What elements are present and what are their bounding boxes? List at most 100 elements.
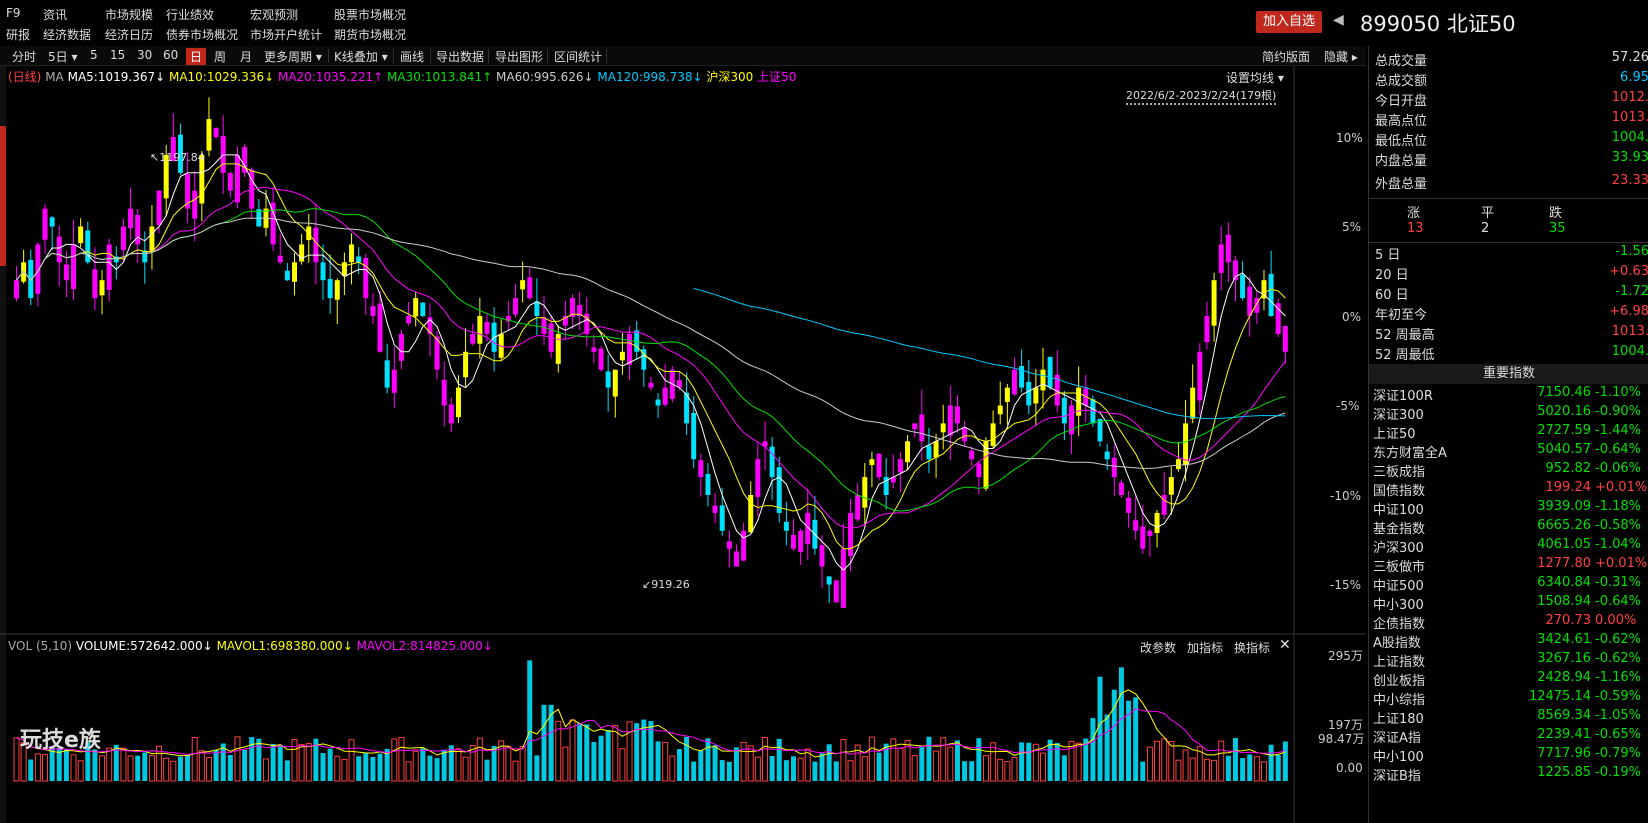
candle-body: [819, 545, 825, 567]
volume-bar: [170, 760, 177, 782]
menu-account-stats[interactable]: 市场开户统计: [250, 26, 322, 43]
volume-bar: [705, 738, 711, 781]
vol-axis-max: 295万: [1328, 649, 1363, 663]
volume-bar: [1090, 718, 1096, 781]
period-more[interactable]: 更多周期 ▾: [264, 48, 322, 65]
candle-body: [698, 460, 704, 478]
menu-industry-perf[interactable]: 行业绩效: [166, 6, 214, 23]
close-icon[interactable]: ✕: [1279, 637, 1291, 653]
index-row[interactable]: 深证300 5020.16 -0.90%: [1373, 404, 1648, 423]
index-row[interactable]: 上证指数 3267.16 -0.62%: [1373, 651, 1648, 670]
volume-bar: [519, 745, 526, 782]
index-row[interactable]: 中小综指 12475.14 -0.59%: [1373, 689, 1648, 708]
draw-line-button[interactable]: 画线: [400, 48, 424, 65]
candle-body: [142, 250, 148, 263]
menu-futures-overview[interactable]: 期货市场概况: [334, 26, 406, 43]
index-row[interactable]: 中小100 7717.96 -0.79%: [1373, 746, 1648, 765]
candle-body: [1240, 274, 1246, 299]
candle-body: [876, 453, 882, 478]
ma-settings[interactable]: 设置均线 ▾: [1226, 69, 1284, 86]
menu-bond-overview[interactable]: 债券市场概况: [166, 26, 238, 43]
export-data-button[interactable]: 导出数据: [436, 48, 484, 65]
index-row[interactable]: 深证A指 2239.41 -0.65%: [1373, 727, 1648, 746]
period-5min[interactable]: 5: [90, 48, 98, 62]
candle-body: [78, 226, 84, 244]
period-month[interactable]: 月: [240, 48, 252, 65]
menu-stock-overview[interactable]: 股票市场概况: [334, 6, 406, 23]
index-row[interactable]: 沪深300 4061.05 -1.04%: [1373, 537, 1648, 556]
volume-bar: [1097, 676, 1103, 781]
menu-market-size[interactable]: 市场规模: [105, 6, 153, 23]
volume-bar: [919, 746, 925, 781]
range-stats-button[interactable]: 区间统计: [554, 48, 602, 65]
export-image-button[interactable]: 导出图形: [495, 48, 543, 65]
index-row[interactable]: 东方财富全A 5040.57 -0.64%: [1373, 442, 1648, 461]
menu-econ-data[interactable]: 经济数据: [43, 26, 91, 43]
low-annotation: ↙919.26: [642, 578, 690, 591]
menu-research[interactable]: 研报: [6, 26, 30, 43]
index-row[interactable]: 创业板指 2428.94 -1.16%: [1373, 670, 1648, 689]
index-row[interactable]: 国债指数 199.24 +0.01%: [1373, 480, 1648, 499]
hide-button[interactable]: 隐藏 ▸: [1324, 48, 1358, 65]
kline-overlay[interactable]: K线叠加 ▾: [334, 48, 388, 65]
period-intraday[interactable]: 分时: [12, 48, 36, 65]
edit-params-button[interactable]: 改参数: [1140, 639, 1176, 656]
prev-arrow-icon[interactable]: ◀: [1333, 12, 1344, 28]
volume-bar: [484, 759, 490, 781]
candle-body: [662, 387, 668, 405]
candle-body: [1061, 397, 1067, 424]
volume-bar: [761, 736, 768, 782]
index-row[interactable]: 深证100R 7150.46 -1.10%: [1373, 385, 1648, 404]
add-indicator-button[interactable]: 加指标: [1187, 639, 1223, 656]
volume-bar: [185, 755, 191, 781]
candle-body: [833, 580, 839, 603]
menu-macro-forecast[interactable]: 宏观预测: [250, 6, 298, 23]
candle-body: [14, 280, 19, 299]
candle-body: [840, 548, 846, 608]
index-row[interactable]: A股指数 3424.61 -0.62%: [1373, 632, 1648, 651]
index-row[interactable]: 深证B指 1225.85 -0.19%: [1373, 765, 1648, 784]
vol-axis-zero: 0.00: [1336, 761, 1363, 775]
menu-news[interactable]: 资讯: [43, 6, 67, 23]
add-favorite-button[interactable]: 加入自选: [1256, 11, 1322, 33]
volume-bar: [569, 719, 576, 782]
index-row[interactable]: 基金指数 6665.26 -0.58%: [1373, 518, 1648, 537]
volume-bar: [776, 738, 782, 781]
index-row[interactable]: 三板做市 1277.80 +0.01%: [1373, 556, 1648, 575]
candle-body: [648, 382, 654, 388]
index-row[interactable]: 中证500 6340.84 -0.31%: [1373, 575, 1648, 594]
index-row[interactable]: 企债指数 270.73 0.00%: [1373, 613, 1648, 632]
volume-bar: [826, 744, 832, 781]
simple-layout-button[interactable]: 简约版面: [1262, 48, 1310, 65]
index-row[interactable]: 中证100 3939.09 -1.18%: [1373, 499, 1648, 518]
kline-chart[interactable]: [0, 66, 1366, 823]
ma-legend-item: MA20:1035.221↑: [277, 70, 387, 84]
index-row[interactable]: 中小300 1508.94 -0.64%: [1373, 594, 1648, 613]
period-60min[interactable]: 60: [163, 48, 178, 62]
period-week[interactable]: 周: [214, 48, 226, 65]
volume-bar: [28, 759, 34, 781]
period-day[interactable]: 日: [186, 48, 207, 65]
volume-bar: [77, 760, 84, 782]
period-5day[interactable]: 5日 ▾: [48, 48, 77, 65]
candle-body: [726, 541, 732, 549]
axis-0pct: 0%: [1342, 310, 1362, 324]
volume-bar: [391, 738, 398, 782]
candle-body: [1004, 387, 1010, 402]
volume-bar: [634, 723, 640, 781]
volume-bar: [719, 760, 725, 781]
index-row[interactable]: 三板成指 952.82 -0.06%: [1373, 461, 1648, 480]
volume-bar: [1253, 756, 1260, 782]
candle-body: [933, 441, 939, 458]
period-30min[interactable]: 30: [137, 48, 152, 62]
volume-bar: [868, 736, 875, 782]
index-row[interactable]: 上证180 8569.34 -1.05%: [1373, 708, 1648, 727]
menu-econ-calendar[interactable]: 经济日历: [105, 26, 153, 43]
period-15min[interactable]: 15: [110, 48, 125, 62]
volume-bar: [356, 756, 362, 781]
volume-bar: [1225, 755, 1231, 781]
candle-body: [470, 333, 476, 344]
volume-bar: [320, 753, 326, 781]
index-row[interactable]: 上证50 2727.59 -1.44%: [1373, 423, 1648, 442]
change-indicator-button[interactable]: 换指标: [1234, 639, 1270, 656]
